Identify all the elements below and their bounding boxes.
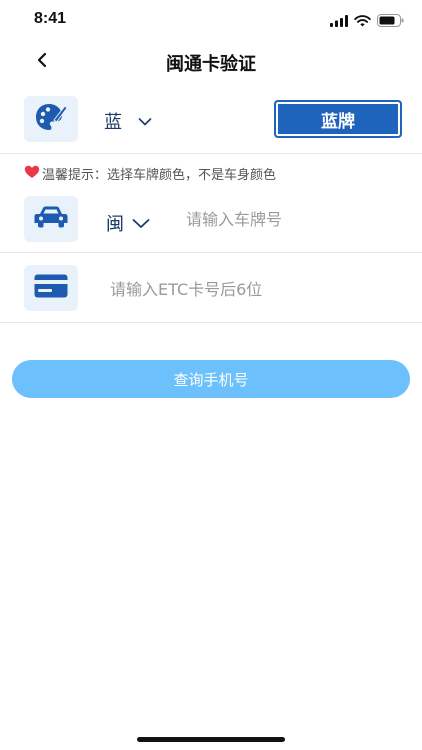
hint-text-row: 温馨提示：选择车牌颜色，不是车身颜色 (24, 164, 276, 183)
home-indicator (137, 737, 285, 742)
battery-icon (377, 12, 404, 31)
etc-card-input[interactable] (110, 276, 390, 302)
chevron-down-icon[interactable] (138, 112, 152, 131)
page-title: 闽通卡验证 (166, 54, 256, 75)
divider (0, 252, 422, 253)
heart-icon (24, 165, 40, 183)
navigation-bar: 闽通卡验证 (0, 40, 422, 84)
etc-card-icon-box (24, 265, 78, 311)
status-icons (330, 12, 404, 31)
plate-color-badge: 蓝牌 (274, 100, 402, 138)
status-bar: 8:41 (0, 0, 422, 40)
chevron-down-icon[interactable] (132, 214, 150, 233)
signal-icon (330, 12, 348, 31)
status-time: 8:41 (34, 10, 67, 27)
plate-color-value[interactable]: 蓝 (104, 108, 122, 134)
divider (0, 153, 422, 154)
divider (0, 322, 422, 323)
plate-number-icon-box (24, 196, 78, 242)
query-phone-button[interactable]: 查询手机号 (12, 360, 410, 398)
wifi-icon (354, 12, 371, 31)
plate-color-icon-box (24, 96, 78, 142)
hint-text: 温馨提示：选择车牌颜色，不是车身颜色 (42, 168, 277, 183)
plate-number-input[interactable] (186, 206, 406, 232)
palette-icon (34, 102, 68, 136)
province-value[interactable]: 闽 (106, 210, 124, 236)
car-icon (34, 206, 68, 232)
card-icon (34, 274, 68, 302)
